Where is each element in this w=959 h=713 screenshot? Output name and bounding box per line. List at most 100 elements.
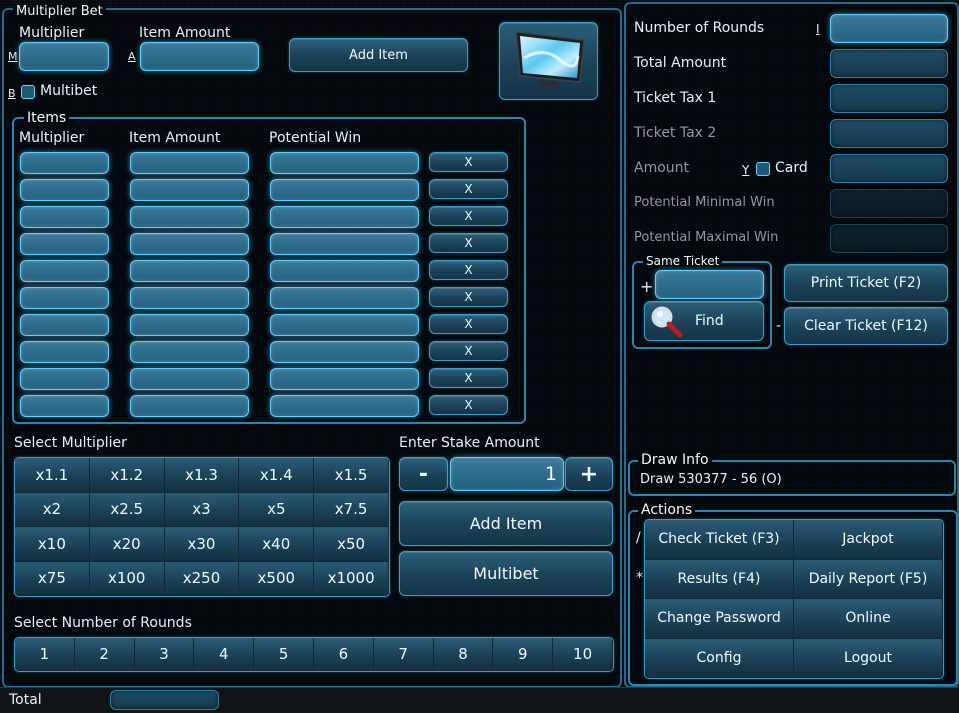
- item-amount-field[interactable]: [130, 233, 249, 255]
- item-remove-button[interactable]: X: [429, 206, 508, 226]
- stake-plus-button[interactable]: +: [565, 457, 613, 491]
- multibet-checkbox[interactable]: [21, 85, 35, 99]
- multiplier-option[interactable]: x5: [239, 492, 315, 527]
- multiplier-option[interactable]: x1.4: [239, 458, 315, 493]
- multiplier-option[interactable]: x75: [15, 561, 90, 596]
- item-potential-win-field[interactable]: [270, 206, 419, 228]
- item-remove-button[interactable]: X: [429, 233, 508, 253]
- multiplier-option[interactable]: x1.2: [89, 458, 165, 493]
- card-checkbox[interactable]: [756, 162, 770, 176]
- item-multiplier-field[interactable]: [20, 395, 109, 417]
- item-potential-win-field[interactable]: [270, 287, 419, 309]
- number-of-rounds-field[interactable]: [830, 14, 948, 43]
- item-amount-field[interactable]: [130, 341, 249, 363]
- item-amount-field[interactable]: [130, 287, 249, 309]
- rounds-option[interactable]: 2: [74, 638, 135, 671]
- item-potential-win-field[interactable]: [270, 233, 419, 255]
- item-potential-win-field[interactable]: [270, 341, 419, 363]
- items-legend: Items: [24, 110, 70, 126]
- item-multiplier-field[interactable]: [20, 260, 109, 282]
- item-amount-field[interactable]: [130, 206, 249, 228]
- multiplier-option[interactable]: x1.5: [314, 458, 389, 493]
- item-remove-button[interactable]: X: [429, 152, 508, 172]
- item-remove-button[interactable]: X: [429, 341, 508, 361]
- rounds-option[interactable]: 5: [254, 638, 314, 671]
- rounds-option[interactable]: 4: [194, 638, 255, 671]
- item-amount-field[interactable]: [130, 314, 249, 336]
- item-potential-win-field[interactable]: [270, 368, 419, 390]
- item-multiplier-field[interactable]: [20, 287, 109, 309]
- multiplier-option[interactable]: x10: [15, 527, 90, 562]
- multiplier-option[interactable]: x30: [164, 527, 240, 562]
- item-multiplier-field[interactable]: [20, 341, 109, 363]
- item-multiplier-field[interactable]: [20, 179, 109, 201]
- check-ticket-button[interactable]: Check Ticket (F3): [645, 520, 794, 560]
- item-remove-button[interactable]: X: [429, 179, 508, 199]
- multiplier-option[interactable]: x2: [15, 492, 90, 527]
- clear-ticket-button[interactable]: Clear Ticket (F12): [784, 307, 948, 345]
- print-ticket-button[interactable]: Print Ticket (F2): [784, 264, 948, 302]
- multiplier-option[interactable]: x250: [164, 561, 240, 596]
- stake-minus-button[interactable]: -: [399, 457, 448, 491]
- results-button[interactable]: Results (F4): [645, 559, 794, 599]
- multibet-label: Multibet: [40, 83, 98, 99]
- rounds-option[interactable]: 10: [553, 638, 613, 671]
- stake-input[interactable]: 1: [450, 457, 564, 491]
- item-remove-button[interactable]: X: [429, 260, 508, 280]
- item-amount-input[interactable]: [140, 42, 259, 71]
- same-ticket-input[interactable]: [655, 270, 764, 299]
- item-amount-field[interactable]: [130, 179, 249, 201]
- change-password-button[interactable]: Change Password: [645, 599, 794, 639]
- rounds-option[interactable]: 6: [313, 638, 374, 671]
- online-button[interactable]: Online: [794, 599, 943, 639]
- potential-minimal-win-label: Potential Minimal Win: [634, 195, 775, 210]
- item-amount-field[interactable]: [130, 152, 249, 174]
- item-multiplier-field[interactable]: [20, 206, 109, 228]
- rounds-option[interactable]: 7: [373, 638, 434, 671]
- daily-report-button[interactable]: Daily Report (F5): [794, 559, 943, 599]
- item-multiplier-field[interactable]: [20, 233, 109, 255]
- add-item-button[interactable]: Add Item: [399, 501, 613, 546]
- item-multiplier-field[interactable]: [20, 368, 109, 390]
- multiplier-option[interactable]: x50: [314, 527, 389, 562]
- item-amount-field[interactable]: [130, 368, 249, 390]
- total-amount-field: [830, 49, 948, 78]
- item-potential-win-field[interactable]: [270, 260, 419, 282]
- item-multiplier-field[interactable]: [20, 314, 109, 336]
- same-ticket-legend: Same Ticket: [643, 254, 723, 268]
- item-remove-button[interactable]: X: [429, 395, 508, 415]
- multiplier-option[interactable]: x100: [89, 561, 165, 596]
- multibet-button[interactable]: Multibet: [399, 551, 613, 596]
- rounds-option[interactable]: 1: [15, 638, 75, 671]
- multiplier-input[interactable]: [19, 42, 109, 71]
- item-multiplier-field[interactable]: [20, 152, 109, 174]
- config-button[interactable]: Config: [645, 638, 794, 678]
- rounds-option[interactable]: 8: [433, 638, 494, 671]
- item-remove-button[interactable]: X: [429, 287, 508, 307]
- rounds-option[interactable]: 9: [493, 638, 554, 671]
- tv-button[interactable]: [499, 22, 598, 100]
- item-remove-button[interactable]: X: [429, 314, 508, 334]
- jackpot-button[interactable]: Jackpot: [794, 520, 943, 560]
- item-potential-win-field[interactable]: [270, 395, 419, 417]
- multiplier-option[interactable]: x1.1: [15, 458, 90, 493]
- multiplier-option[interactable]: x500: [239, 561, 315, 596]
- amount-label: Amount: [634, 160, 690, 176]
- multiplier-option[interactable]: x2.5: [89, 492, 165, 527]
- item-amount-field[interactable]: [130, 395, 249, 417]
- item-potential-win-field[interactable]: [270, 314, 419, 336]
- find-button[interactable]: Find: [644, 301, 764, 341]
- item-amount-field[interactable]: [130, 260, 249, 282]
- add-item-top-button[interactable]: Add Item: [289, 38, 468, 72]
- item-remove-button[interactable]: X: [429, 368, 508, 388]
- multiplier-option[interactable]: x1.3: [164, 458, 240, 493]
- rounds-option[interactable]: 3: [134, 638, 195, 671]
- multiplier-option[interactable]: x3: [164, 492, 240, 527]
- multiplier-option[interactable]: x7.5: [314, 492, 389, 527]
- multiplier-option[interactable]: x20: [89, 527, 165, 562]
- logout-button[interactable]: Logout: [794, 638, 943, 678]
- item-potential-win-field[interactable]: [270, 179, 419, 201]
- multiplier-option[interactable]: x1000: [314, 561, 389, 596]
- item-potential-win-field[interactable]: [270, 152, 419, 174]
- multiplier-option[interactable]: x40: [239, 527, 315, 562]
